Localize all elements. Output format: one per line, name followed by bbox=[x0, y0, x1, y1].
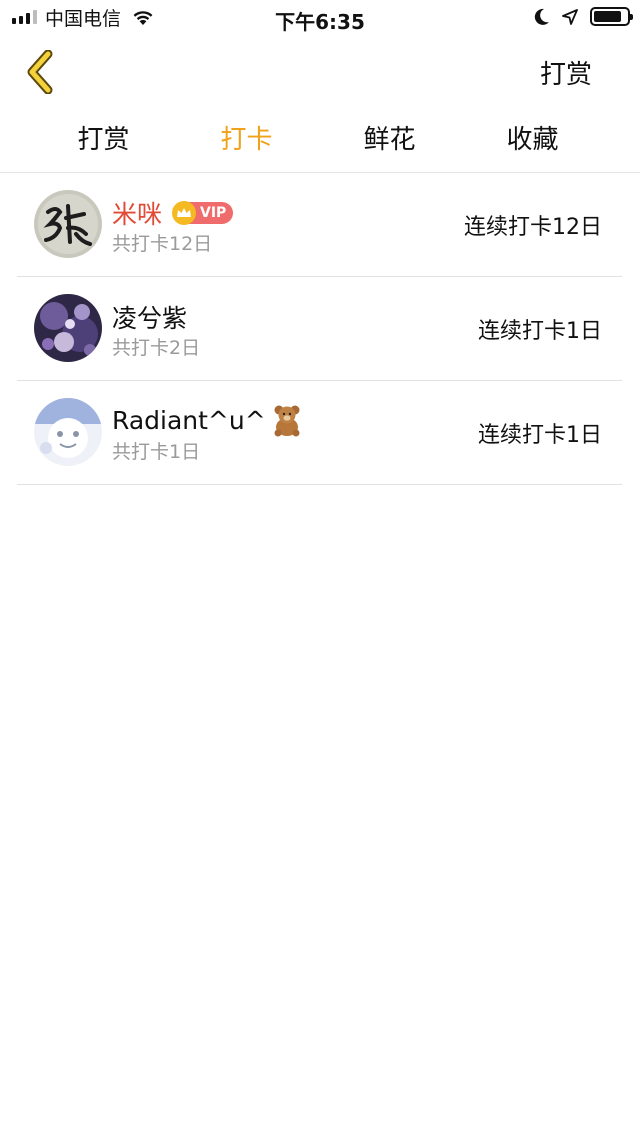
moon-icon bbox=[534, 8, 549, 25]
back-button[interactable] bbox=[22, 49, 62, 95]
nav-bar: 打赏 bbox=[0, 36, 640, 108]
crown-icon bbox=[172, 201, 197, 225]
total-checkins: 共打卡1日 bbox=[112, 441, 201, 463]
status-bar: 中国电信 下午6:35 bbox=[0, 0, 640, 36]
tab-reward[interactable]: 打赏 bbox=[32, 108, 175, 172]
user-name: Radiant^u^ bbox=[112, 403, 304, 437]
total-checkins: 共打卡2日 bbox=[112, 337, 201, 359]
chevron-left-icon bbox=[27, 49, 53, 95]
vip-label: VIP bbox=[200, 205, 227, 221]
list-item[interactable]: 米咪 VIP 共打卡12日 连续打卡12日 bbox=[17, 173, 622, 277]
battery-fill bbox=[594, 11, 621, 22]
reward-button[interactable]: 打赏 bbox=[540, 54, 592, 91]
user-name-text: Radiant^u^ bbox=[112, 405, 266, 435]
checkin-list: 米咪 VIP 共打卡12日 连续打卡12日 凌兮紫 共打卡2日 连续打卡1日 R… bbox=[17, 173, 622, 485]
tab-checkin[interactable]: 打卡 bbox=[175, 108, 318, 172]
avatar[interactable] bbox=[34, 398, 102, 466]
list-item[interactable]: 凌兮紫 共打卡2日 连续打卡1日 bbox=[17, 277, 622, 381]
avatar[interactable] bbox=[34, 190, 102, 258]
user-name-text: 米咪 bbox=[112, 200, 163, 229]
tab-flowers[interactable]: 鲜花 bbox=[318, 108, 461, 172]
avatar[interactable] bbox=[34, 294, 102, 362]
list-item[interactable]: Radiant^u^ 共打卡1日 连续打卡1日 bbox=[17, 381, 622, 485]
checkin-streak: 连续打卡1日 bbox=[478, 319, 602, 344]
vip-badge: VIP bbox=[172, 201, 234, 225]
tab-favorites[interactable]: 收藏 bbox=[461, 108, 604, 172]
checkin-streak: 连续打卡1日 bbox=[478, 423, 602, 448]
checkin-streak: 连续打卡12日 bbox=[464, 215, 602, 240]
battery-icon bbox=[590, 7, 633, 26]
bear-icon bbox=[274, 405, 300, 437]
status-right bbox=[534, 7, 633, 26]
user-name: 凌兮紫 bbox=[112, 304, 188, 333]
tab-bar: 打赏 打卡 鲜花 收藏 bbox=[0, 108, 640, 173]
location-arrow-icon bbox=[562, 8, 578, 25]
user-name: 米咪 VIP bbox=[112, 195, 234, 231]
total-checkins: 共打卡12日 bbox=[112, 233, 213, 255]
